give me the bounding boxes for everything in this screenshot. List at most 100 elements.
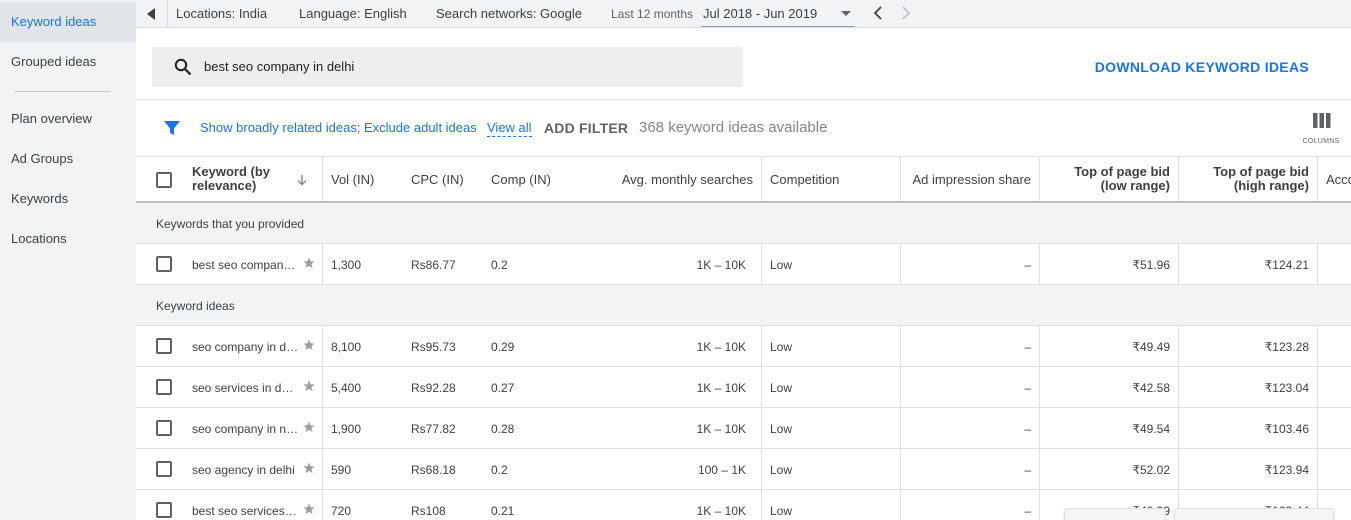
table-row[interactable]: seo services in delhi 5,400 Rs92.28 0.27 1K … [136,367,1351,408]
vol-cell: 1,300 [331,258,362,272]
vol-cell: 8,100 [331,340,362,354]
columns-button[interactable]: COLUMNS [1299,112,1343,148]
download-keyword-ideas-button[interactable]: DOWNLOAD KEYWORD IDEAS [1095,59,1309,75]
bid-high-cell: ₹123.04 [1264,381,1309,395]
cpc-cell: Rs86.77 [411,258,456,272]
cpc-cell: Rs77.82 [411,422,456,436]
comp-cell: 0.2 [491,258,508,272]
sidebar-item-locations[interactable]: Locations [0,219,136,259]
row-checkbox[interactable] [156,338,172,354]
arrow-down-icon[interactable] [296,174,308,186]
avg-searches-cell: 1K – 10K [696,258,746,272]
table-row[interactable]: seo company in noida 1,900 Rs77.82 0.28 1K –… [136,408,1351,449]
star-icon[interactable] [303,462,315,474]
language-setting[interactable]: Language: English [299,6,407,21]
avg-searches-cell: 100 – 1K [697,463,746,477]
star-icon[interactable] [303,257,315,269]
header-comp[interactable]: Comp (IN) [491,172,551,187]
group-label: Keywords that you provided [156,217,305,231]
row-checkbox[interactable] [156,502,172,518]
chevron-left-icon[interactable] [870,4,888,22]
add-keywords-button[interactable] [1174,508,1334,520]
table-row[interactable]: seo company in delhi 8,100 Rs95.73 0.29 1K –… [136,326,1351,367]
header-cpc[interactable]: CPC (IN) [411,172,464,187]
row-checkbox[interactable] [156,461,172,477]
sidebar-item-grouped-ideas[interactable]: Grouped ideas [0,42,136,82]
star-icon[interactable] [303,421,315,433]
group-label: Keyword ideas [156,299,235,313]
row-checkbox[interactable] [156,379,172,395]
filter-icon[interactable] [163,119,181,137]
sidebar-divider [14,91,111,92]
comp-cell: 0.27 [491,381,515,395]
header-ad-impression-share[interactable]: Ad impression share [906,172,1032,187]
keyword-search-input[interactable]: best seo company in delhi [152,47,743,87]
collapse-button[interactable] [136,0,168,28]
impression-share-cell: – [1024,422,1031,436]
header-bid-low[interactable]: Top of page bid (low range) [1048,165,1170,193]
vol-cell: 5,400 [331,381,362,395]
sidebar-item-keyword-ideas[interactable]: Keyword ideas [0,2,136,42]
chevron-right-icon[interactable] [896,4,914,22]
group-header-provided: Keywords that you provided [136,203,1351,244]
keyword-cell: seo services in delhi [192,381,300,395]
header-keyword[interactable]: Keyword (by relevance) [192,165,282,193]
header-vol[interactable]: Vol (IN) [331,172,374,187]
header-avg-monthly-searches[interactable]: Avg. monthly searches [576,172,753,187]
star-icon[interactable] [303,380,315,392]
keyword-cell: best seo company in delhi [192,258,300,272]
search-networks-setting[interactable]: Search networks: Google [436,6,582,21]
star-icon[interactable] [303,503,315,515]
broad-ideas-filter-chip[interactable]: Show broadly related ideas; [200,120,360,135]
plan-settings-bar: Locations: India Language: English Searc… [136,0,1351,28]
cpc-cell: Rs68.18 [411,463,456,477]
impression-share-cell: – [1024,258,1031,272]
sidebar: Keyword ideas Grouped ideas Plan overvie… [0,0,136,520]
cpc-cell: Rs92.28 [411,381,456,395]
search-section: best seo company in delhi DOWNLOAD KEYWO… [136,34,1351,100]
star-icon[interactable] [303,339,315,351]
filter-bar: Show broadly related ideas; Exclude adul… [136,100,1351,157]
export-button[interactable] [1064,508,1166,520]
header-competition[interactable]: Competition [770,172,839,187]
row-checkbox[interactable] [156,420,172,436]
sidebar-item-plan-overview[interactable]: Plan overview [0,99,136,139]
bid-low-cell: ₹52.02 [1132,463,1170,477]
keyword-cell: seo agency in delhi [192,463,295,477]
keyword-ideas-count: 368 keyword ideas available [639,119,828,136]
bid-high-cell: ₹123.94 [1264,463,1309,477]
table-row[interactable]: best seo company in delhi 1,300 Rs86.77 … [136,244,1351,285]
header-account-status[interactable]: Acco [1326,172,1351,187]
impression-share-cell: – [1024,504,1031,518]
impression-share-cell: – [1024,381,1031,395]
header-bid-high[interactable]: Top of page bid (high range) [1187,165,1309,193]
columns-icon [1313,113,1331,128]
competition-cell: Low [770,258,793,272]
row-checkbox[interactable] [156,256,172,272]
vol-cell: 720 [331,504,352,518]
exclude-adult-filter-chip[interactable]: Exclude adult ideas [364,120,477,135]
competition-cell: Low [770,504,793,518]
sidebar-item-keywords[interactable]: Keywords [0,179,136,219]
bid-high-cell: ₹103.46 [1264,422,1309,436]
keyword-cell: best seo services in delhi [192,504,300,518]
select-all-checkbox[interactable] [156,172,172,188]
search-query: best seo company in delhi [204,59,355,74]
impression-share-cell: – [1024,463,1031,477]
locations-setting[interactable]: Locations: India [176,6,267,21]
date-range-label: Last 12 months [611,7,694,21]
bid-high-cell: ₹124.21 [1264,258,1309,272]
table-row[interactable]: seo agency in delhi 590 Rs68.18 0.2 100 – 1K… [136,449,1351,490]
impression-share-cell: – [1024,340,1031,354]
columns-label: COLUMNS [1302,138,1340,145]
view-all-filters-link[interactable]: View all [487,120,532,137]
avg-searches-cell: 1K – 10K [696,381,746,395]
comp-cell: 0.2 [491,463,508,477]
date-range-dropdown[interactable]: Jul 2018 - Jun 2019 [701,0,855,27]
keyword-cell: seo company in noida [192,422,300,436]
comp-cell: 0.21 [491,504,515,518]
sidebar-item-ad-groups[interactable]: Ad Groups [0,139,136,179]
avg-searches-cell: 1K – 10K [696,422,746,436]
add-filter-button[interactable]: ADD FILTER [544,120,628,136]
comp-cell: 0.29 [491,340,515,354]
